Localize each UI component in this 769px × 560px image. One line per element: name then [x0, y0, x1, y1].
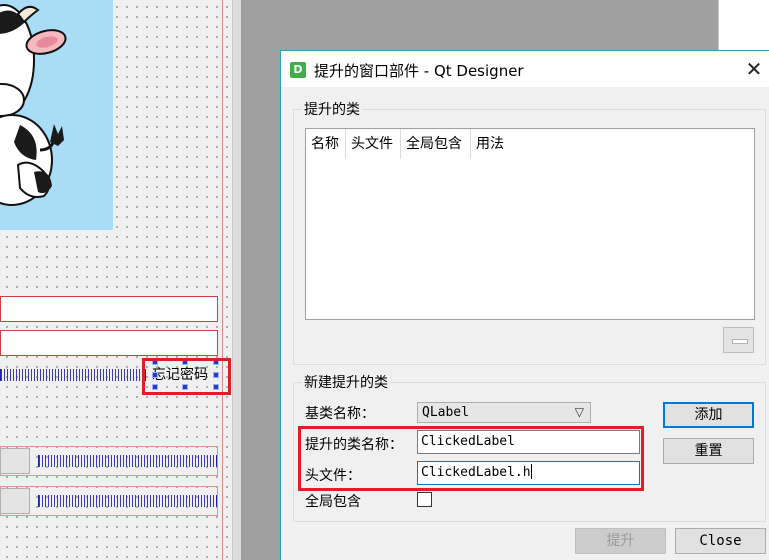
promoted-classes-group-title: 提升的类 — [302, 99, 362, 119]
column-header-usage[interactable]: 用法 — [471, 129, 531, 159]
highlight-box — [142, 358, 231, 395]
username-input[interactable] — [0, 296, 218, 322]
side-panel-corner — [718, 0, 769, 50]
password-input[interactable] — [0, 330, 218, 356]
new-promoted-class-group-title: 新建提升的类 — [302, 372, 390, 392]
cow-illustration — [0, 4, 67, 206]
qt-designer-icon: D — [290, 62, 306, 78]
horizontal-spacer[interactable] — [38, 455, 217, 467]
editor-scroll-strip — [232, 0, 241, 560]
column-header-name[interactable]: 名称 — [306, 129, 346, 159]
global-include-label: 全局包含 — [305, 494, 361, 510]
highlight-box — [298, 426, 644, 491]
global-include-checkbox[interactable] — [417, 492, 432, 507]
close-icon[interactable]: ✕ — [738, 51, 769, 87]
promoted-classes-table[interactable]: 名称 头文件 全局包含 用法 — [305, 128, 755, 320]
dialog-titlebar[interactable]: D 提升的窗口部件 - Qt Designer ✕ — [281, 50, 769, 87]
base-class-combo[interactable]: QLabel ▽ — [417, 402, 591, 423]
form-button[interactable] — [0, 488, 30, 514]
reset-button[interactable]: 重置 — [663, 438, 754, 464]
chevron-down-icon: ▽ — [574, 405, 584, 419]
horizontal-spacer[interactable] — [0, 369, 146, 381]
horizontal-spacer[interactable] — [38, 495, 217, 507]
cow-image[interactable] — [0, 0, 113, 230]
form-boundary-line — [222, 0, 223, 560]
column-header-header-file[interactable]: 头文件 — [346, 129, 401, 159]
base-class-label: 基类名称： — [305, 406, 375, 422]
form-button[interactable] — [0, 448, 30, 474]
base-class-value: QLabel — [422, 405, 469, 420]
dialog-title: 提升的窗口部件 - Qt Designer — [314, 62, 524, 80]
promote-button[interactable]: 提升 — [575, 528, 666, 554]
add-button[interactable]: 添加 — [663, 402, 754, 428]
column-header-global-include[interactable]: 全局包含 — [401, 129, 471, 159]
remove-class-button[interactable] — [723, 327, 754, 353]
close-button[interactable]: Close — [675, 528, 766, 554]
promoted-widgets-dialog: D 提升的窗口部件 - Qt Designer ✕ 提升的类 名称 头文件 全局… — [280, 50, 769, 560]
